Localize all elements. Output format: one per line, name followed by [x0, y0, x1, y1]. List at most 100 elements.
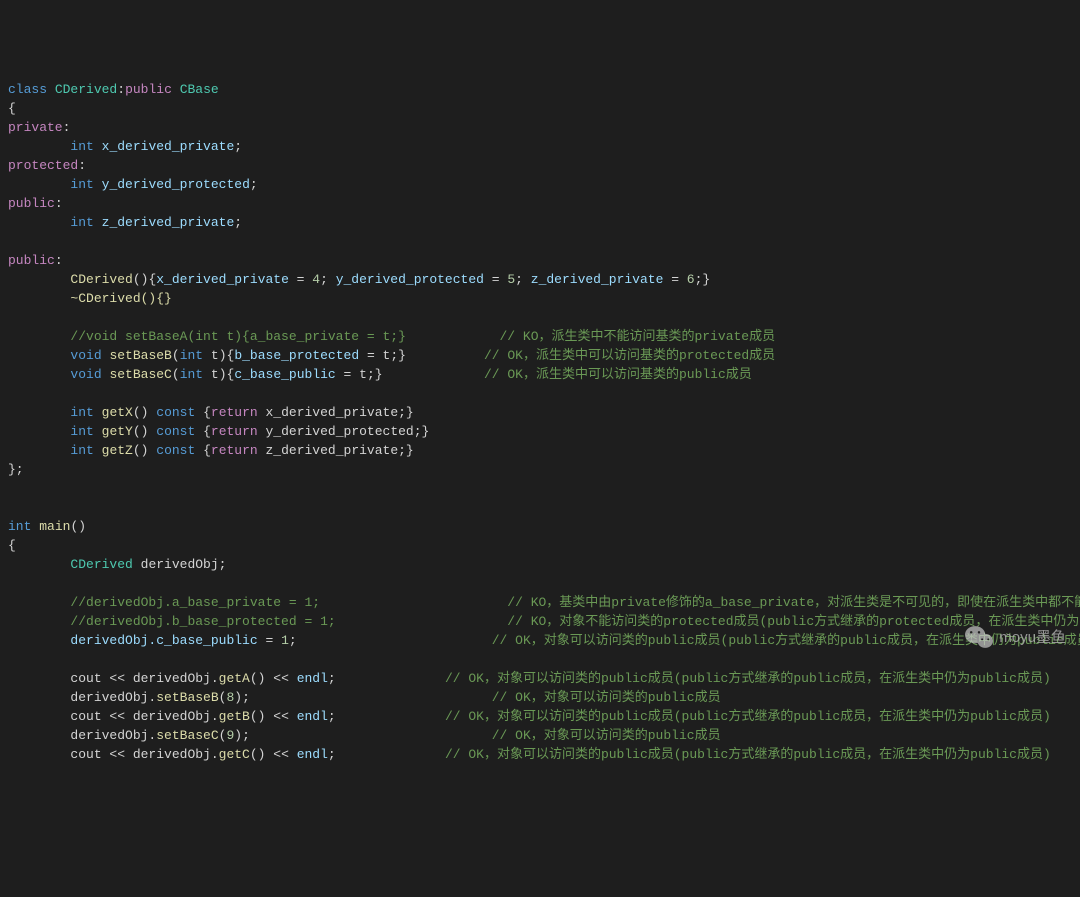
cout-expr: cout << derivedObj. — [70, 671, 218, 686]
keyword-void: void — [70, 348, 101, 363]
comment: // OK，派生类中可以访问基类的protected成员 — [484, 348, 775, 363]
destructor: ~CDerived(){} — [70, 291, 171, 306]
paren: () — [133, 443, 156, 458]
cout-expr: cout << derivedObj. — [70, 747, 218, 762]
var: x_derived_private — [156, 272, 289, 287]
type-cderived: CDerived — [70, 557, 132, 572]
keyword-const: const — [156, 443, 195, 458]
var-derivedobj: derivedObj; — [133, 557, 227, 572]
expr: x_derived_private;} — [258, 405, 414, 420]
var-x-derived-private: x_derived_private — [102, 139, 235, 154]
paren: ( — [172, 367, 180, 382]
constructor: CDerived — [70, 272, 132, 287]
semi: ; — [250, 177, 258, 192]
keyword-int: int — [70, 177, 93, 192]
colon: : — [117, 82, 125, 97]
comment: //derivedObj.b_base_protected = 1; // KO… — [70, 614, 1080, 629]
fn-getx: getX — [102, 405, 133, 420]
keyword-const: const — [156, 405, 195, 420]
expr: y_derived_protected;} — [258, 424, 430, 439]
mid: () << — [250, 747, 297, 762]
paren: ( — [219, 690, 227, 705]
var: z_derived_private — [531, 272, 664, 287]
comment-setbasea: //void setBaseA(int t){a_base_private = … — [70, 329, 775, 344]
rest: = t;} — [336, 367, 383, 382]
colon: : — [63, 120, 71, 135]
comment: // OK，对象可以访问类的public成员 — [492, 728, 721, 743]
arg: t){ — [203, 367, 234, 382]
comment: // OK，对象可以访问类的public成员(public方式继承的public… — [445, 747, 1051, 762]
comment: //derivedObj.a_base_private = 1; // KO，基… — [70, 595, 1080, 610]
number: 5 — [507, 272, 515, 287]
brace-open: { — [8, 538, 16, 553]
semi: ; — [515, 272, 531, 287]
paren: ); — [234, 728, 250, 743]
number: 9 — [226, 728, 234, 743]
keyword-int: int — [70, 405, 93, 420]
var: y_derived_protected — [336, 272, 484, 287]
colon: : — [55, 196, 63, 211]
colon: : — [78, 158, 86, 173]
fn-gety: getY — [102, 424, 133, 439]
keyword-int: int — [180, 348, 203, 363]
comment: // OK，对象可以访问类的public成员 — [492, 690, 721, 705]
fn-setbaseb: setBaseB — [156, 690, 218, 705]
semi: ;} — [695, 272, 711, 287]
fn-main: main — [39, 519, 70, 534]
semi: ; — [234, 139, 242, 154]
var-y-derived-protected: y_derived_protected — [102, 177, 250, 192]
var: c_base_public — [234, 367, 335, 382]
comment: // OK，对象可以访问类的public成员(public方式继承的public… — [445, 709, 1051, 724]
type-cbase: CBase — [180, 82, 219, 97]
var-z-derived-private: z_derived_private — [102, 215, 235, 230]
number: 6 — [687, 272, 695, 287]
comment: // OK，对象可以访问类的public成员(public方式继承的public… — [492, 633, 1080, 648]
colon: : — [55, 253, 63, 268]
semi: ; — [289, 633, 297, 648]
keyword-return: return — [211, 443, 258, 458]
brace: { — [195, 405, 211, 420]
semi: ; — [320, 272, 336, 287]
keyword-void: void — [70, 367, 101, 382]
obj: derivedObj. — [70, 690, 156, 705]
paren: (){ — [133, 272, 156, 287]
fn-setbasec: setBaseC — [109, 367, 171, 382]
eq: = — [289, 272, 312, 287]
keyword-private: private — [8, 120, 63, 135]
keyword-return: return — [211, 405, 258, 420]
type-cderived: CDerived — [55, 82, 117, 97]
rest: = t;} — [359, 348, 406, 363]
arg: t){ — [203, 348, 234, 363]
paren: () — [133, 424, 156, 439]
fn-getc: getC — [219, 747, 250, 762]
endl: endl — [297, 671, 328, 686]
paren: ( — [172, 348, 180, 363]
brace: { — [195, 443, 211, 458]
paren: () — [133, 405, 156, 420]
var: b_base_protected — [234, 348, 359, 363]
keyword-return: return — [211, 424, 258, 439]
eq: = — [663, 272, 686, 287]
keyword-public: public — [125, 82, 172, 97]
number: 4 — [312, 272, 320, 287]
number: 8 — [226, 690, 234, 705]
endl: endl — [297, 747, 328, 762]
semi: ; — [234, 215, 242, 230]
brace: { — [195, 424, 211, 439]
semi: ; — [328, 747, 336, 762]
comment: // OK，对象可以访问类的public成员(public方式继承的public… — [445, 671, 1051, 686]
keyword-int: int — [70, 424, 93, 439]
endl: endl — [297, 709, 328, 724]
keyword-public: public — [8, 253, 55, 268]
fn-geta: getA — [219, 671, 250, 686]
eq: = — [258, 633, 281, 648]
expr: derivedObj.c_base_public — [70, 633, 257, 648]
paren: ( — [219, 728, 227, 743]
comment: // OK，派生类中可以访问基类的public成员 — [484, 367, 752, 382]
keyword-int: int — [70, 139, 93, 154]
brace-close: }; — [8, 462, 24, 477]
paren: () — [70, 519, 86, 534]
semi: ; — [328, 709, 336, 724]
mid: () << — [250, 709, 297, 724]
fn-setbasec: setBaseC — [156, 728, 218, 743]
